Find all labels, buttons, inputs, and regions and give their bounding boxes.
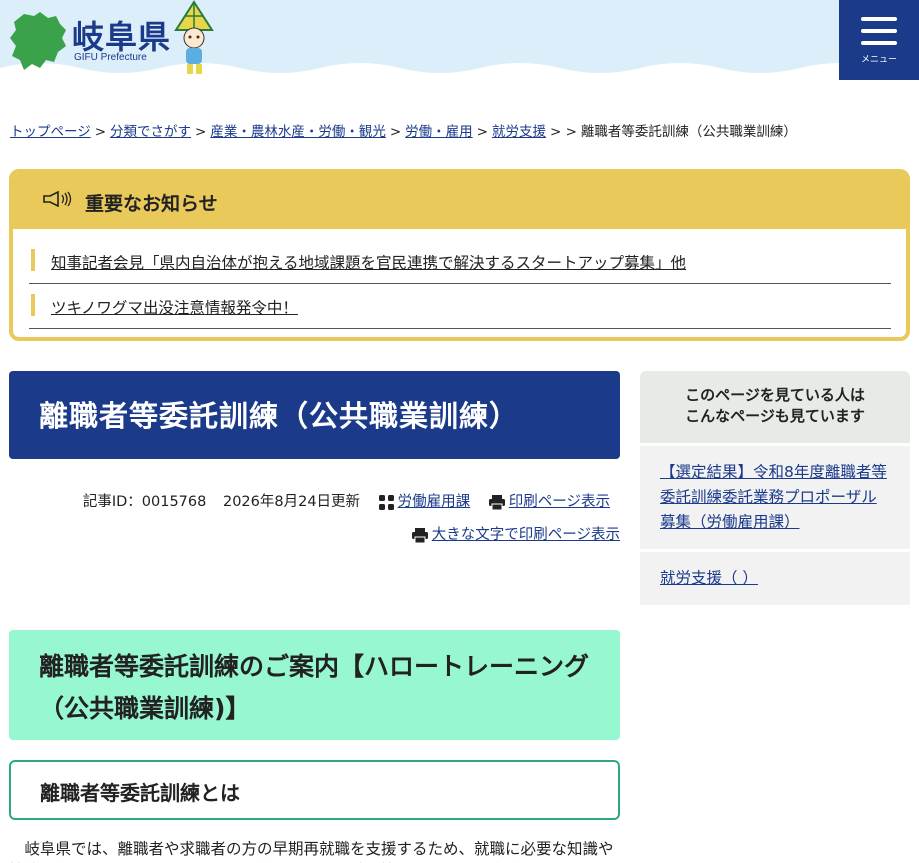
intro-paragraph: 岐阜県では、離職者や求職者の方の早期再就職を支援するため、就職に必要な知識や技能… [9, 840, 614, 863]
page-title-box: 離職者等委託訓練（公共職業訓練） [9, 371, 620, 459]
article-id: 記事ID：0015768 [82, 494, 207, 510]
section-heading-h2: 離職者等委託訓練のご案内【ハロートレーニング（公共職業訓練)】 [9, 630, 620, 740]
menu-label: メニュー [860, 55, 897, 65]
breadcrumb-link-employment-support[interactable]: 就労支援 [492, 124, 546, 140]
menu-button[interactable]: メニュー [839, 0, 919, 80]
printer-icon [411, 527, 428, 543]
related-page-link[interactable]: 【選定結果】令和8年度離職者等委託訓練委託業務プロポーザル募集（労働雇用課） [660, 463, 887, 531]
logo-subtitle: GIFU Prefecture [74, 52, 147, 63]
print-page-link[interactable]: 印刷ページ表示 [509, 494, 610, 510]
section-heading-h3: 離職者等委託訓練とは [9, 760, 620, 820]
grid-icon [378, 494, 394, 510]
updated-date: 2026年8月24日更新 [222, 494, 361, 510]
section-h3-text: 離職者等委託訓練とは [40, 781, 240, 805]
breadcrumb-link-industry[interactable]: 産業・農林水産・労働・観光 [210, 124, 386, 140]
section-h2-text: 離職者等委託訓練のご案内【ハロートレーニング（公共職業訓練)】 [39, 652, 590, 723]
related-page-item: 【選定結果】令和8年度離職者等委託訓練委託業務プロポーザル募集（労働雇用課） [640, 446, 910, 549]
print-large-text-link[interactable]: 大きな文字で印刷ページ表示 [432, 527, 620, 543]
breadcrumb-link-category[interactable]: 分類でさがす [110, 124, 191, 140]
page-title: 離職者等委託訓練（公共職業訓練） [39, 399, 520, 433]
hamburger-icon [861, 17, 897, 21]
notice-list: 知事記者会見「県内自治体が抱える地域課題を官民連携で解決するスタートアップ募集」… [29, 239, 891, 329]
notice-title: 重要なお知らせ [85, 193, 218, 215]
mascot-character-icon [174, 0, 214, 74]
gifu-map-icon [10, 12, 66, 70]
breadcrumb-link-top[interactable]: トップページ [10, 124, 91, 140]
important-notice-box: 重要なお知らせ 知事記者会見「県内自治体が抱える地域課題を官民連携で解決するスタ… [9, 169, 910, 341]
department-link[interactable]: 労働雇用課 [398, 494, 471, 510]
notice-header: 重要なお知らせ [13, 173, 906, 229]
breadcrumb-current: 離職者等委託訓練（公共職業訓練） [580, 124, 797, 140]
notice-item: 知事記者会見「県内自治体が抱える地域課題を官民連携で解決するスタートアップ募集」… [29, 239, 891, 284]
notice-link[interactable]: ツキノワグマ出没注意情報発令中！ [51, 296, 298, 318]
related-pages-heading: このページを見ている人は こんなページも見ています [640, 371, 910, 443]
notice-link[interactable]: 知事記者会見「県内自治体が抱える地域課題を官民連携で解決するスタートアップ募集」… [51, 251, 686, 273]
site-header: 岐阜県 GIFU Prefecture メニュー [0, 0, 919, 80]
related-pages-panel: このページを見ている人は こんなページも見ています 【選定結果】令和8年度離職者… [640, 371, 910, 605]
related-page-item: 就労支援（ ） [640, 552, 910, 605]
megaphone-icon [43, 191, 72, 207]
printer-icon [488, 494, 505, 510]
breadcrumb: トップページ > 分類でさがす > 産業・農林水産・労働・観光 > 労働・雇用 > 就労支援 > … [10, 124, 797, 140]
related-page-link[interactable]: 就労支援（ ） [660, 569, 758, 587]
breadcrumb-link-labor[interactable]: 労働・雇用 [405, 124, 473, 140]
notice-item: ツキノワグマ出没注意情報発令中！ [29, 284, 891, 329]
